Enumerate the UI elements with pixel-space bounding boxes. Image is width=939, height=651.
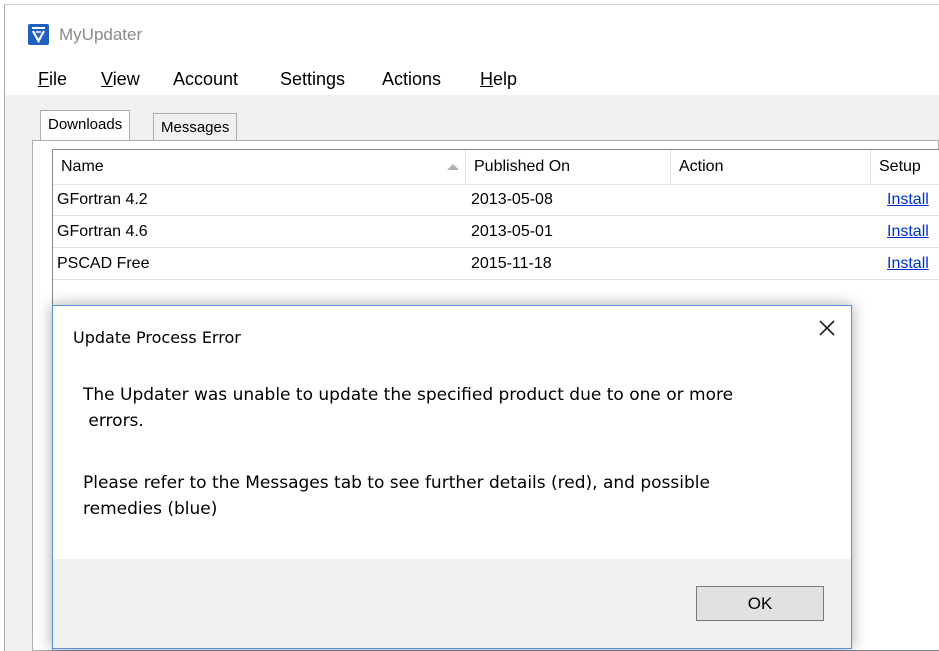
column-header-label: Name [61,158,104,175]
menu-settings[interactable]: Settings [280,69,345,90]
table-row[interactable]: GFortran 4.6 2013-05-01 Install [53,216,939,248]
install-link[interactable]: Install [887,184,929,216]
ok-button[interactable]: OK [696,586,824,621]
title-bar: MyUpdater [5,5,939,55]
row-name: PSCAD Free [57,255,150,272]
menu-view[interactable]: View [101,69,140,90]
row-published-on: 2015-11-18 [471,255,552,272]
row-name: GFortran 4.6 [57,223,148,240]
dialog-message-line: remedies (blue) [83,499,218,519]
dialog-message-line: Please refer to the Messages tab to see … [83,473,710,493]
row-published-on: 2013-05-01 [471,223,553,240]
menu-account[interactable]: Account [173,69,238,90]
tab-messages[interactable]: Messages [153,113,238,140]
column-header-action[interactable]: Action [671,150,871,184]
sort-ascending-icon [447,164,459,170]
dialog-message-line: errors. [83,411,144,431]
column-header-published[interactable]: Published On [466,150,671,184]
table-row[interactable]: PSCAD Free 2015-11-18 Install [53,248,939,280]
column-header-setup[interactable]: Setup [871,150,939,184]
table-row[interactable]: GFortran 4.2 2013-05-08 Install [53,184,939,216]
menu-actions[interactable]: Actions [382,69,441,90]
install-link[interactable]: Install [887,248,929,280]
list-header: Name Published On Action Setup [53,150,939,185]
dialog-footer: OK [53,559,851,648]
app-logo-icon [28,24,49,45]
menu-file[interactable]: File [38,69,67,90]
error-dialog: Update Process Error The Updater was una… [52,305,852,649]
install-link[interactable]: Install [887,216,929,248]
menu-help[interactable]: Help [480,69,517,90]
dialog-title: Update Process Error [73,328,241,347]
menu-bar: File View Account Settings Actions Help [5,55,939,95]
tab-downloads[interactable]: Downloads [40,110,131,140]
row-name: GFortran 4.2 [57,191,148,208]
column-header-name[interactable]: Name [53,150,466,184]
row-published-on: 2013-05-08 [471,191,553,208]
close-icon[interactable] [815,316,839,340]
window-title: MyUpdater [59,25,143,44]
dialog-message-line: The Updater was unable to update the spe… [83,385,734,405]
